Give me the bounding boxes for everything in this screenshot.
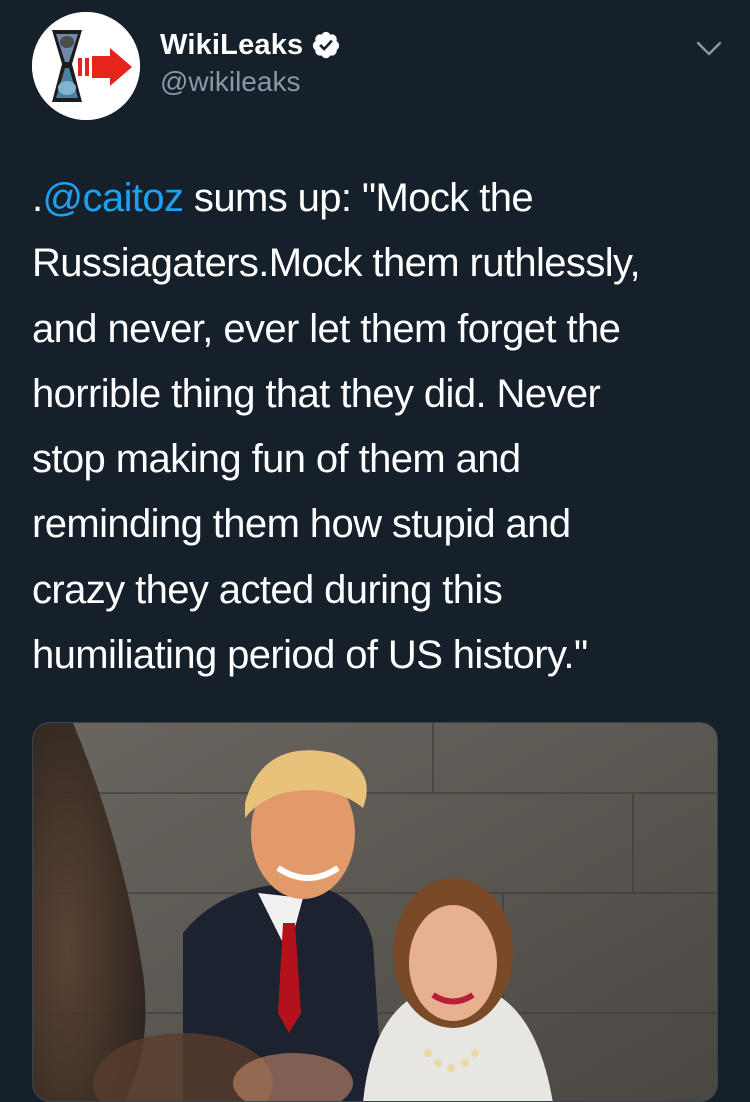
tweet-text-line: humiliating period of US history." xyxy=(32,633,588,678)
photo-image xyxy=(33,723,717,1101)
tweet-text-line: and never, ever let them forget the xyxy=(32,306,621,351)
author-name-row: WikiLeaks xyxy=(160,27,341,63)
verified-badge-icon xyxy=(313,31,340,59)
tweet-text: .@caitoz sums up: "Mock the Russiagaters… xyxy=(32,166,722,688)
author-handle[interactable]: @wikileaks xyxy=(160,66,300,98)
mention-link[interactable]: @caitoz xyxy=(43,176,185,220)
avatar[interactable] xyxy=(32,12,140,120)
tweet-photo[interactable] xyxy=(32,722,718,1102)
tweet-text-line: reminding them how stupid and xyxy=(32,502,571,547)
tweet-text-segment: . xyxy=(32,176,43,220)
tweet-text-line: .@caitoz sums up: "Mock the xyxy=(32,166,722,231)
chevron-down-icon[interactable] xyxy=(696,40,722,58)
author-display-name[interactable]: WikiLeaks xyxy=(160,29,303,62)
tweet-text-segment: sums up: "Mock the xyxy=(183,176,534,220)
tweet-text-line: stop making fun of them and xyxy=(32,437,521,482)
tweet-text-line: horrible thing that they did. Never xyxy=(32,371,601,416)
tweet-text-line: crazy they acted during this xyxy=(32,567,503,612)
wikileaks-logo-icon xyxy=(32,12,140,120)
tweet: WikiLeaks @wikileaks .@caitoz sums up: "… xyxy=(0,0,750,1102)
tweet-text-line: Russiagaters.Mock them ruthlessly, xyxy=(32,241,641,286)
